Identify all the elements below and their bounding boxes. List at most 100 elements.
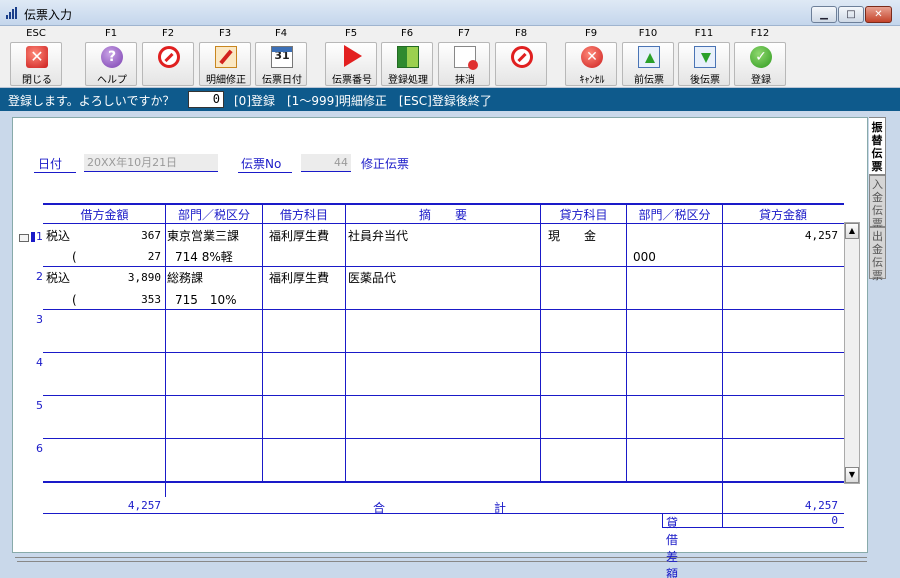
grid-line [43,352,844,353]
button-label: 登録 [751,75,771,86]
grid-line [43,203,844,205]
f3-edit-detail-button[interactable]: F3 明細修正 [199,28,251,86]
key-label: F9 [584,28,598,39]
key-label: F10 [638,28,658,39]
key-label: F5 [344,28,358,39]
col-debit-amount: 借方金額 [80,208,129,222]
f7-delete-button[interactable]: F7 抹消 [438,28,490,86]
key-label: F3 [218,28,232,39]
debit-tax-type[interactable]: 税込 [46,271,70,285]
underline [238,172,292,173]
key-label: F8 [514,28,528,39]
voucher-mode-label: 修正伝票 [361,157,410,171]
debit-tax-code[interactable]: 715 10% [175,293,237,307]
grid-line [43,438,844,439]
credit-total: 4,257 [804,499,838,512]
grid-line [262,203,263,482]
page-stack-edge [15,555,867,558]
debit-account[interactable]: 福利厚生費 [269,271,329,285]
f8-disabled-button[interactable]: F8 [495,28,547,86]
button-label: ｷｬﾝｾﾙ [579,75,605,86]
debit-department[interactable]: 東京営業三課 [167,229,239,243]
f4-voucher-date-button[interactable]: F4 31 伝票日付 [255,28,307,86]
page-stack-edge [17,559,867,562]
credit-tax-code[interactable]: 000 [633,250,656,264]
f6-register-process-button[interactable]: F6 登録処理 [381,28,433,86]
close-icon: ✕ [26,46,48,68]
button-label: 登録処理 [388,75,428,86]
f12-register-button[interactable]: F12 ✓ 登録 [734,28,786,86]
grid-line [43,395,844,396]
prompt-options: [0]登録 [1～999]明細修正 [ESC]登録後終了 [234,94,492,108]
function-key-toolbar: ESC ✕ 閉じる F1 ? ヘルプ F2 F3 明細修正 F4 31 伝票日付 F5… [0,26,900,88]
balance-diff-label: 貸借差額 [666,516,679,578]
summary[interactable]: 社員弁当代 [348,229,408,243]
debit-tax-type[interactable]: 税込 [46,229,70,243]
voucher-no-label: 伝票No [241,157,282,171]
help-icon: ? [101,46,123,68]
col-credit-amount: 貸方金額 [758,208,807,222]
key-label: ESC [26,28,46,39]
grid-line [43,266,844,267]
debit-department[interactable]: 総務課 [167,271,203,285]
summary[interactable]: 医薬品代 [348,271,396,285]
f2-disabled-button[interactable]: F2 [142,28,194,86]
tax-bracket: ( [72,250,77,264]
debit-tax-amount[interactable]: 27 [90,250,161,264]
key-label: F1 [104,28,118,39]
credit-account[interactable]: 現 金 [548,229,596,243]
debit-account[interactable]: 福利厚生費 [269,229,329,243]
grid-line [722,203,723,482]
button-label: 閉じる [22,75,52,86]
grid-line [43,481,844,483]
close-window-button[interactable]: ✕ [865,6,892,23]
row-number: 6 [36,442,43,455]
col-debit-dept-tax: 部門／税区分 [177,208,250,222]
tab-payment-voucher[interactable]: 出金伝票 [869,227,886,282]
col-credit-account: 貸方科目 [559,208,608,222]
calendar-icon: 31 [271,46,293,68]
key-label: F11 [694,28,714,39]
row-select-checkbox[interactable] [19,234,29,242]
grid-line [43,223,844,224]
f11-next-voucher-button[interactable]: F11 後伝票 [678,28,730,86]
grid-line [662,527,844,528]
tab-transfer-voucher[interactable]: 振替伝票 [869,117,886,175]
scroll-up-button[interactable]: ▲ [845,223,859,239]
cancel-icon: ✕ [581,46,603,68]
button-label: 伝票番号 [332,75,372,86]
edit-icon [215,46,237,68]
row-number: 1 [36,230,43,243]
grid-scrollbar[interactable]: ▲ ▼ [844,222,860,484]
debit-total: 4,257 [127,499,161,512]
voucher-panel [12,117,868,553]
button-label: ヘルプ [97,75,127,86]
credit-amount[interactable]: 4,257 [724,229,838,243]
maximize-button[interactable]: □ [838,6,864,23]
f10-prev-voucher-button[interactable]: F10 前伝票 [622,28,674,86]
prompt-input[interactable]: 0 [188,91,224,108]
col-debit-account: 借方科目 [279,208,328,222]
f1-help-button[interactable]: F1 ? ヘルプ [85,28,137,86]
debit-tax-amount[interactable]: 353 [90,293,161,307]
debit-amount[interactable]: 3,890 [90,271,161,285]
prompt-message: 登録します。よろしいですか？ [8,94,175,108]
key-label: F2 [161,28,175,39]
window-title: 伝票入力 [24,8,73,22]
esc-close-button[interactable]: ESC ✕ 閉じる [10,28,62,86]
prompt-bar: 登録します。よろしいですか？ 0 [0]登録 [1～999]明細修正 [ESC]… [0,88,900,111]
debit-amount[interactable]: 367 [90,229,161,243]
col-credit-dept-tax: 部門／税区分 [638,208,711,222]
grid-line [722,483,723,527]
minimize-button[interactable]: ▁ [811,6,837,23]
balance-diff-value: 0 [831,514,838,527]
debit-tax-code[interactable]: 714 8%軽 [175,250,233,264]
tab-receipt-voucher[interactable]: 入金伝票 [869,175,886,230]
scroll-down-button[interactable]: ▼ [845,467,859,483]
voucher-no-field[interactable]: 44 [301,154,351,172]
date-field[interactable]: 20XX年10月21日 [84,154,218,172]
underline [34,172,76,173]
button-label: 明細修正 [206,75,246,86]
f9-cancel-button[interactable]: F9 ✕ ｷｬﾝｾﾙ [565,28,617,86]
f5-voucher-number-button[interactable]: F5 伝票番号 [325,28,377,86]
